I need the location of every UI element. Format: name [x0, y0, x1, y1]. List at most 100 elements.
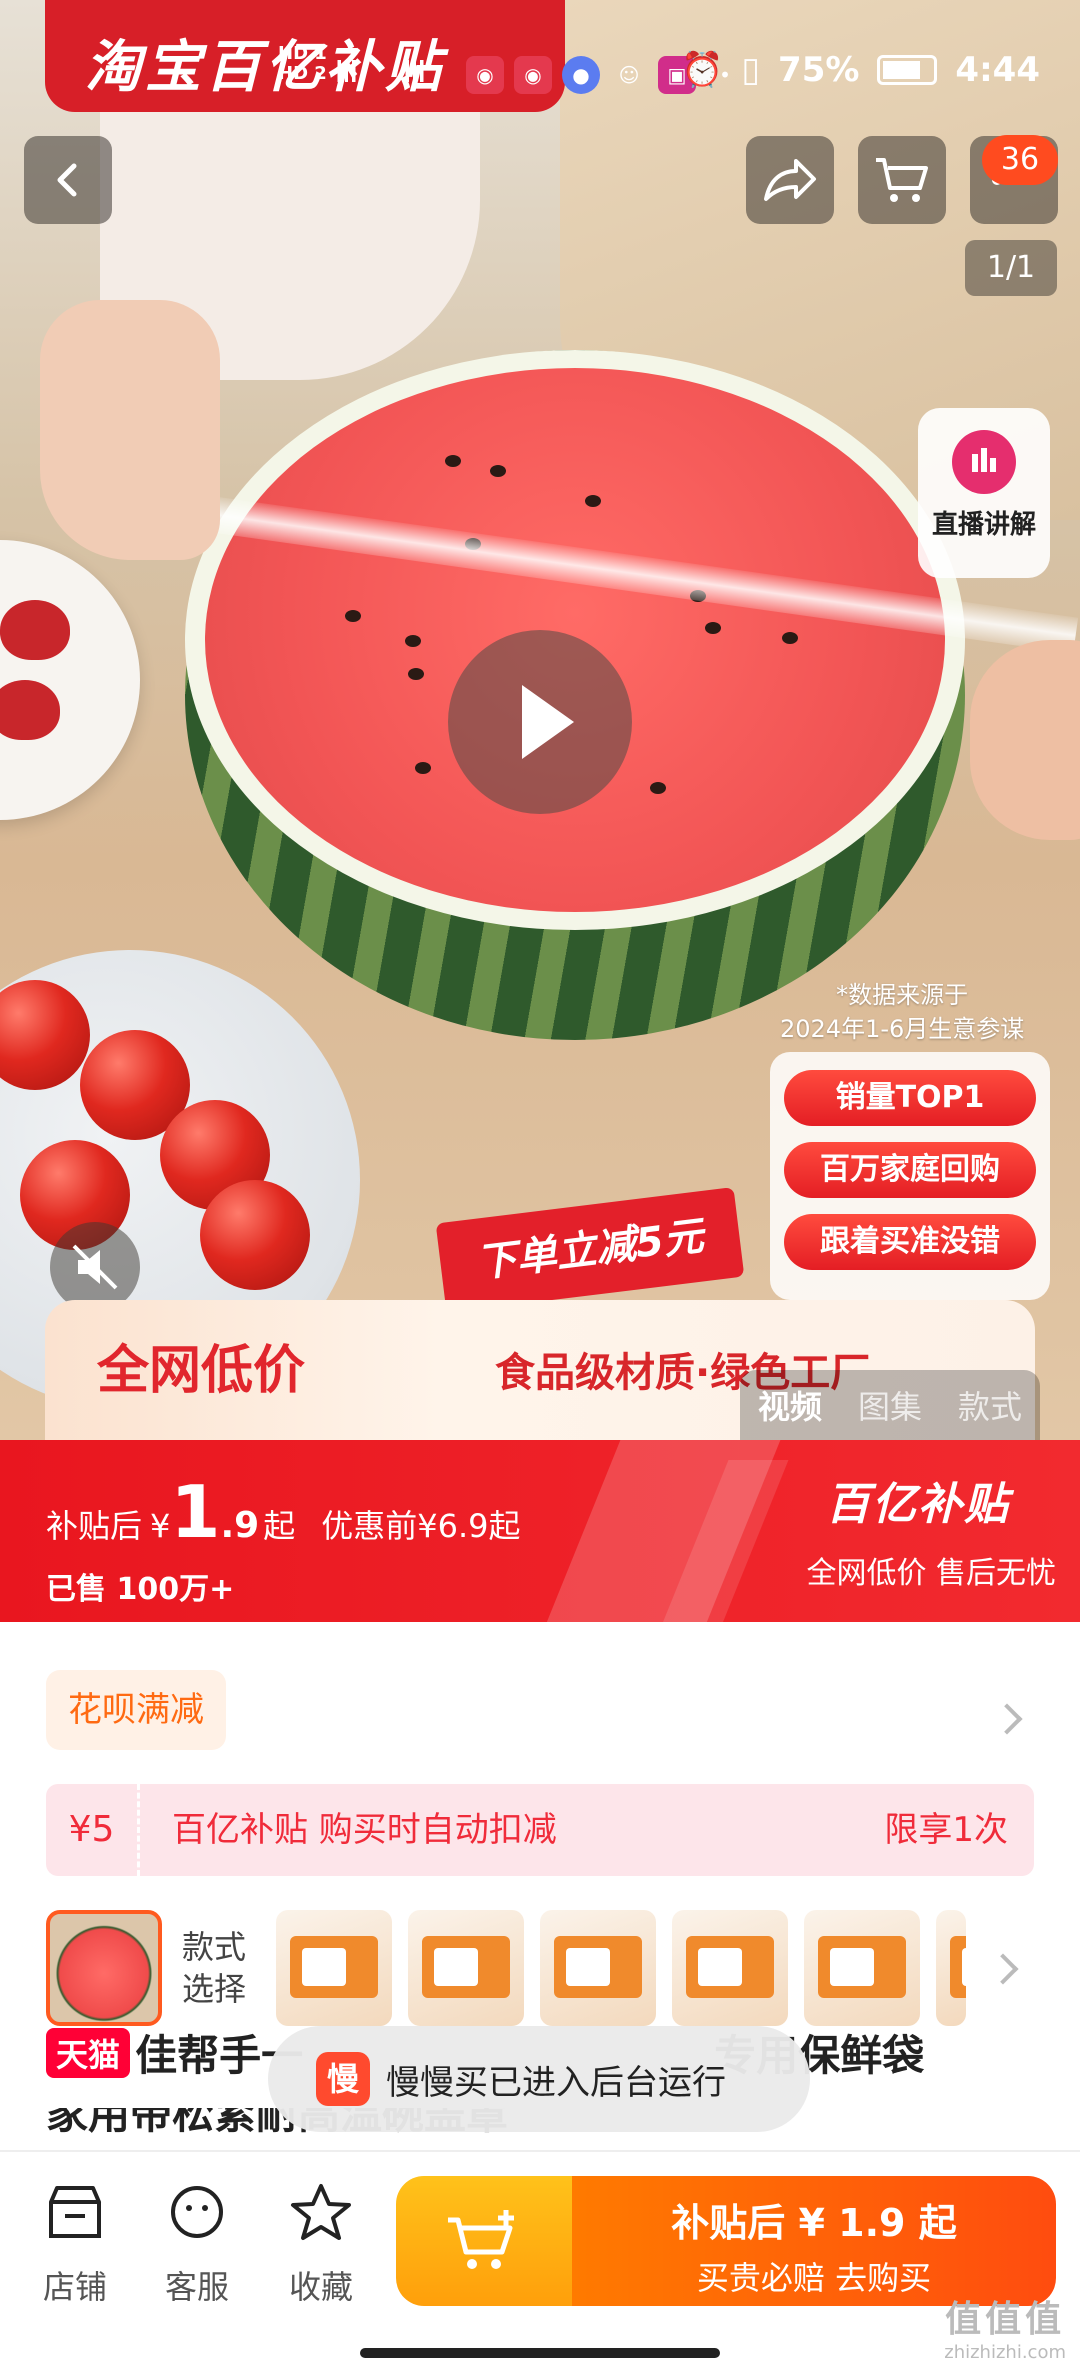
subsidy-brand-logo: 百亿补贴 [826, 1479, 1010, 1530]
add-to-cart-button[interactable] [396, 2176, 572, 2306]
page-indicator: 1/1 [965, 240, 1057, 296]
sales-badges-panel: 销量TOP1 百万家庭回购 跟着买准没错 [770, 1052, 1050, 1300]
currency-symbol: ¥ [150, 1507, 171, 1545]
coupon-description: 百亿补贴 购买时自动扣减 [172, 1810, 557, 1850]
clock: 4:44 [955, 50, 1040, 90]
subsidy-coupon[interactable]: ¥5 百亿补贴 购买时自动扣减 限享1次 [46, 1784, 1034, 1876]
tomato [200, 1180, 310, 1290]
tab-gallery[interactable]: 图集 [858, 1382, 922, 1428]
signal-icon [400, 60, 428, 82]
price-integer: 1 [170, 1470, 221, 1554]
strawberry [0, 680, 60, 740]
status-bar: 淘宝百亿补贴 HD 1 HD 2 ◉ ◉ ● ☺ ▣ • ⏰ ▯ 75% 4:4… [0, 0, 1080, 112]
chevron-right-icon[interactable] [987, 1953, 1019, 1985]
play-video-button[interactable] [448, 630, 632, 814]
watermelon-seed [490, 465, 506, 477]
promo-stamp: 下单立减5元 [435, 1187, 745, 1313]
hand-left [40, 300, 220, 560]
watermelon-seed [585, 495, 601, 507]
favorite-label: 收藏 [288, 2268, 353, 2306]
watermelon-seed [408, 668, 424, 680]
style-selector[interactable]: 款式 选择 [46, 1910, 1056, 2028]
manmanmai-icon: 慢 [316, 2052, 370, 2106]
add-cart-icon [448, 2210, 514, 2269]
service-label: 客服 [164, 2268, 229, 2306]
toast-text: 慢慢买已进入后台运行 [386, 2062, 726, 2103]
watermelon-seed [782, 632, 798, 644]
purchase-cta: 补贴后 ¥ 1.9 起 买贵必赔 去购买 [396, 2176, 1056, 2306]
subsidy-price: 补贴后 ¥ 1 .9 起 优惠前¥6.9起 [46, 1470, 521, 1554]
live-icon [952, 430, 1016, 494]
site-watermark: 值值值 zhizhizhi.com [944, 2299, 1066, 2363]
media-tabs: 视频 图集 款式 [740, 1370, 1040, 1440]
cart-button[interactable] [858, 136, 946, 224]
bottom-action-bar: 店铺 客服 收藏 补贴后 ¥ 1.9 起 买贵必赔 去购买 [0, 2150, 1080, 2376]
qq-icon: ☺ [618, 63, 640, 87]
watermelon-seed [345, 610, 361, 622]
watermelon-seed [705, 622, 721, 634]
live-explain-button[interactable]: 直播讲解 [918, 408, 1050, 578]
badge-buy-with-confidence: 跟着买准没错 [784, 1214, 1036, 1270]
battery-percent: 75% [778, 50, 860, 90]
tab-styles[interactable]: 款式 [958, 1382, 1022, 1428]
vibrate-icon: ▯ [741, 50, 761, 90]
favorite-button[interactable]: 收藏 [266, 2182, 376, 2308]
tmall-tag: 天猫 [46, 2027, 131, 2078]
shop-button[interactable]: 店铺 [20, 2182, 130, 2308]
chevron-right-icon[interactable] [991, 1703, 1023, 1735]
coupon-amount: ¥5 [46, 1784, 140, 1876]
alarm-icon: ⏰ [680, 50, 724, 90]
buy-now-button[interactable]: 补贴后 ¥ 1.9 起 买贵必赔 去购买 [572, 2176, 1056, 2306]
coupon-limit: 限享1次 [884, 1810, 1008, 1850]
status-right: ⏰ ▯ 75% 4:44 [681, 50, 1040, 90]
style-thumb[interactable] [804, 1910, 920, 2026]
badge-family-repurchase: 百万家庭回购 [784, 1142, 1036, 1198]
background-running-toast: 慢 慢慢买已进入后台运行 [268, 2026, 810, 2132]
badge-sales-top1: 销量TOP1 [784, 1070, 1036, 1126]
store-icon [49, 2186, 101, 2238]
app-notification-icon: ◉ [514, 56, 552, 94]
price-decimal: .9 [220, 1505, 260, 1546]
battery-icon [877, 55, 938, 85]
app-notification-icon: ● [562, 56, 600, 94]
price-before-discount: 优惠前¥6.9起 [321, 1507, 521, 1545]
subsidy-tagline: 全网低价 售后无忧 [806, 1556, 1056, 1591]
style-thumb-selected[interactable] [46, 1910, 162, 2026]
signal-icon [332, 60, 360, 82]
price-suffix: 起 [263, 1507, 296, 1545]
back-button[interactable] [24, 136, 112, 224]
style-thumb[interactable] [408, 1910, 524, 2026]
style-thumb[interactable] [276, 1910, 392, 2026]
watermelon-seed [650, 782, 666, 794]
subsidy-price-label: 补贴后 [46, 1507, 143, 1545]
watermelon-seed [445, 455, 461, 467]
style-select-label: 款式 选择 [182, 1928, 247, 2008]
live-explain-label: 直播讲解 [931, 510, 1036, 540]
customer-service-button[interactable]: 客服 [142, 2182, 252, 2308]
banner-lowest-price: 全网低价 [97, 1341, 306, 1401]
data-source-note: *数据来源于 2024年1-6月生意参谋 [780, 981, 1025, 1043]
cart-icon [876, 158, 928, 202]
hd-indicator: HD 1 HD 2 [278, 43, 327, 84]
strawberry [0, 600, 70, 660]
chevron-left-icon [57, 163, 77, 197]
speaker-muted-icon [72, 1244, 118, 1290]
tab-video[interactable]: 视频 [758, 1382, 822, 1428]
style-thumb[interactable] [540, 1910, 656, 2026]
mute-button[interactable] [50, 1222, 140, 1312]
watermelon-seed [415, 762, 431, 774]
subsidy-price-strip: 补贴后 ¥ 1 .9 起 优惠前¥6.9起 已售 100万+ 百亿补贴 全网低价… [0, 1440, 1080, 1622]
hand-right [970, 640, 1080, 840]
share-icon [764, 159, 816, 201]
service-face-icon [171, 2186, 223, 2238]
app-notification-icon: ◉ [466, 56, 504, 94]
sold-count: 已售 100万+ [46, 1572, 235, 1607]
huabei-discount-tag[interactable]: 花呗满减 [46, 1670, 226, 1750]
star-icon [291, 2184, 351, 2240]
shop-label: 店铺 [42, 2268, 107, 2306]
style-thumb[interactable] [672, 1910, 788, 2026]
watermelon-seed [405, 635, 421, 647]
home-indicator[interactable] [360, 2348, 720, 2358]
style-thumb[interactable] [936, 1910, 966, 2026]
share-button[interactable] [746, 136, 834, 224]
